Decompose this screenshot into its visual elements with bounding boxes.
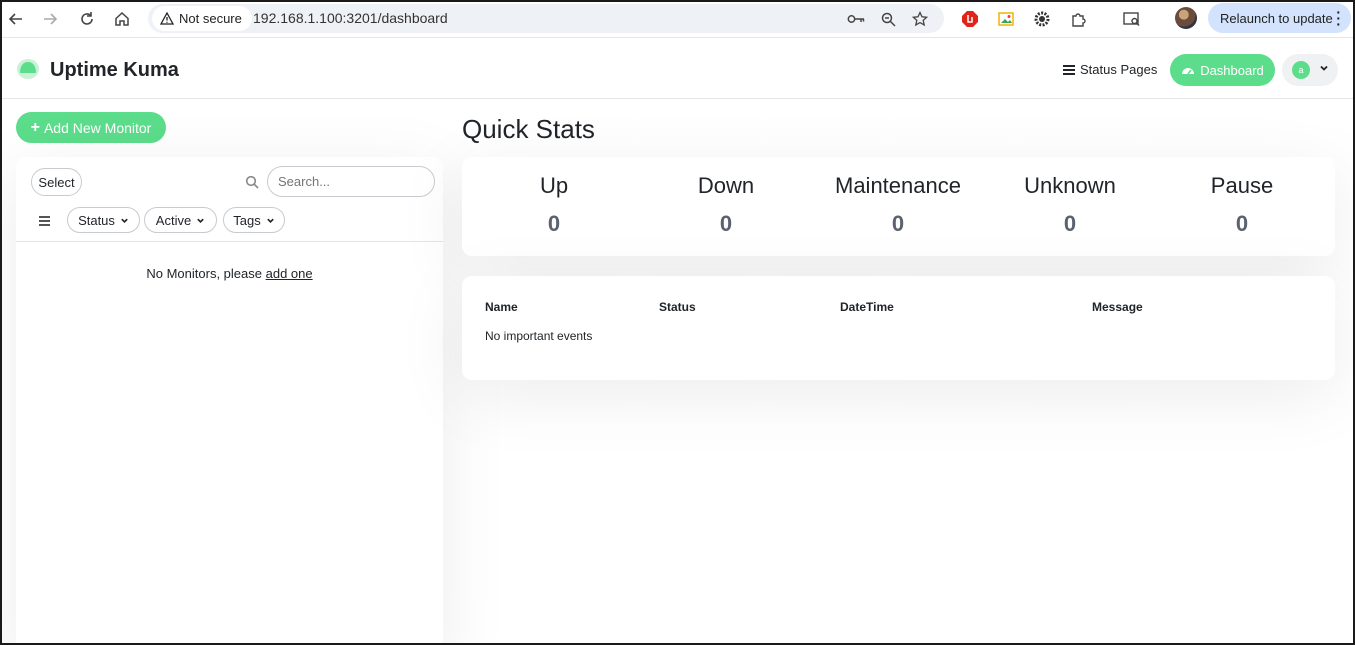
- add-new-monitor-button[interactable]: + Add New Monitor: [16, 112, 166, 143]
- stat-label: Up: [539, 173, 569, 198]
- relaunch-label: Relaunch to update: [1220, 10, 1333, 26]
- column-header-datetime: DateTime: [840, 300, 894, 314]
- user-avatar: a: [1292, 61, 1310, 79]
- warning-icon: [160, 12, 174, 25]
- monitor-list-panel: Select Status Active Tags No Monitors, p…: [16, 157, 443, 643]
- user-menu-button[interactable]: a: [1282, 54, 1338, 86]
- url-text[interactable]: 192.168.1.100:3201/dashboard: [253, 10, 448, 26]
- browser-toolbar: Not secure 192.168.1.100:3201/dashboard: [2, 2, 1353, 38]
- speedometer-icon: [1182, 68, 1195, 75]
- stat-value: 0: [719, 211, 733, 236]
- gear-extension-icon[interactable]: [1031, 8, 1053, 30]
- back-icon[interactable]: [5, 8, 27, 30]
- divider: [16, 241, 443, 242]
- quick-stats-card: Up 0 Down 0 Maintenance 0 Unknown 0 Paus…: [462, 157, 1335, 256]
- chevron-down-icon: [266, 218, 274, 223]
- stat-value: 0: [1063, 211, 1077, 236]
- relaunch-button[interactable]: Relaunch to update · · ·: [1208, 3, 1351, 33]
- select-button[interactable]: Select: [31, 168, 82, 196]
- stat-maintenance: Maintenance 0: [812, 173, 984, 237]
- app-header: Uptime Kuma Status Pages Dashboard a: [2, 39, 1353, 99]
- stat-value: 0: [891, 211, 905, 236]
- image-extension-icon[interactable]: [995, 8, 1017, 30]
- status-filter-button[interactable]: Status: [67, 207, 140, 233]
- zoom-icon[interactable]: [877, 8, 899, 30]
- tab-search-icon[interactable]: [1121, 8, 1143, 30]
- stat-label: Down: [697, 173, 755, 198]
- dashboard-button[interactable]: Dashboard: [1170, 54, 1275, 86]
- empty-monitors-text: No Monitors, please: [146, 266, 262, 281]
- status-filter-label: Status: [78, 212, 115, 228]
- more-options-icon[interactable]: · · ·: [1336, 5, 1341, 31]
- filter-menu-icon[interactable]: [39, 214, 50, 228]
- add-new-monitor-label: Add New Monitor: [43, 119, 152, 136]
- active-filter-label: Active: [155, 212, 192, 228]
- no-events-message: No important events: [485, 329, 593, 343]
- page-title: Quick Stats: [462, 114, 595, 144]
- stat-value: 0: [547, 211, 561, 236]
- stat-pause: Pause 0: [1156, 173, 1328, 237]
- security-label: Not secure: [179, 11, 242, 26]
- security-badge[interactable]: Not secure: [152, 6, 252, 31]
- app-brand[interactable]: Uptime Kuma: [50, 59, 179, 82]
- address-bar[interactable]: Not secure 192.168.1.100:3201/dashboard: [148, 4, 944, 33]
- dashboard-label: Dashboard: [1200, 62, 1264, 78]
- stat-up: Up 0: [468, 173, 640, 237]
- status-pages-link[interactable]: Status Pages: [1063, 62, 1157, 77]
- tags-filter-button[interactable]: Tags: [223, 207, 285, 233]
- password-key-icon[interactable]: [845, 8, 867, 30]
- chevron-down-icon: [121, 218, 128, 223]
- important-events-card: Name Status DateTime Message No importan…: [462, 276, 1335, 380]
- stat-label: Maintenance: [835, 173, 961, 198]
- column-header-status: Status: [659, 300, 696, 314]
- column-header-message: Message: [1092, 300, 1143, 314]
- bookmark-star-icon[interactable]: [909, 8, 931, 30]
- uptime-kuma-logo-icon[interactable]: [16, 58, 40, 80]
- stat-unknown: Unknown 0: [984, 173, 1156, 237]
- adblock-extension-icon[interactable]: [959, 8, 981, 30]
- tags-filter-label: Tags: [233, 212, 261, 228]
- search-icon: [245, 175, 259, 189]
- forward-icon[interactable]: [39, 8, 61, 30]
- home-icon[interactable]: [111, 8, 133, 30]
- plus-icon: +: [30, 118, 40, 136]
- stat-value: 0: [1235, 211, 1249, 236]
- chevron-down-icon: [197, 218, 204, 223]
- search-input[interactable]: [267, 166, 435, 197]
- add-one-link[interactable]: add one: [266, 266, 313, 281]
- empty-monitors-message: No Monitors, please add one: [16, 266, 443, 281]
- profile-avatar[interactable]: [1175, 7, 1197, 29]
- active-filter-button[interactable]: Active: [144, 207, 217, 233]
- chevron-down-icon: [1320, 65, 1328, 71]
- column-header-name: Name: [485, 300, 518, 314]
- extensions-puzzle-icon[interactable]: [1067, 8, 1089, 30]
- stat-down: Down 0: [640, 173, 812, 237]
- stat-label: Unknown: [1024, 173, 1116, 198]
- browser-window: Not secure 192.168.1.100:3201/dashboard: [0, 0, 1355, 645]
- reload-icon[interactable]: [76, 8, 98, 30]
- status-pages-label: Status Pages: [1080, 62, 1158, 77]
- stat-label: Pause: [1210, 173, 1274, 198]
- list-icon: [1063, 63, 1075, 77]
